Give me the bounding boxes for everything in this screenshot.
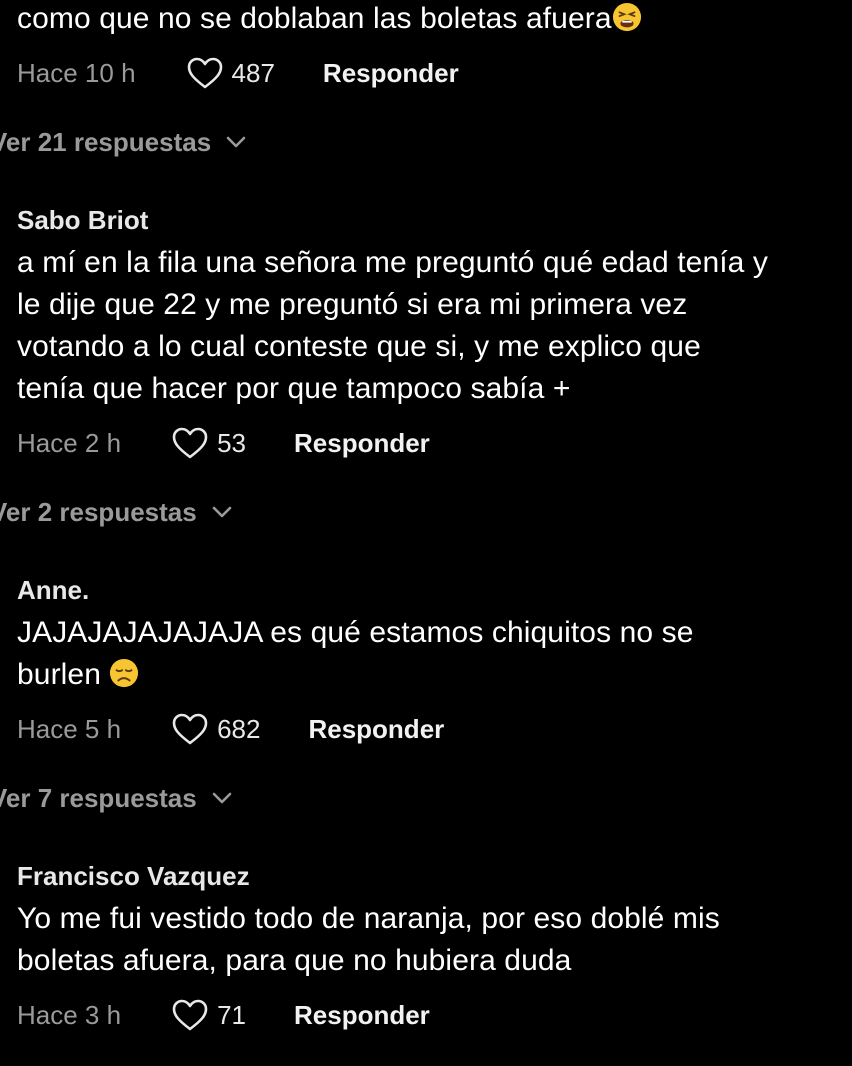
comment-1-actions: Hace 10 h 487 Responder <box>17 53 459 93</box>
view-replies-button[interactable]: Ver 7 respuestas <box>0 780 233 816</box>
comment-text-line: boletas afuera, para que no hubiera duda <box>17 944 572 977</box>
comment-author: Sabo Briot <box>17 205 149 235</box>
like-count: 53 <box>217 427 246 458</box>
like-button[interactable]: 487 <box>186 56 275 90</box>
timestamp: Hace 3 h <box>17 999 122 1030</box>
comment-text-line: votando a lo cual conteste que si, y me … <box>17 330 701 363</box>
like-count: 682 <box>217 713 261 744</box>
like-button[interactable]: 71 <box>171 998 246 1032</box>
view-replies-label: Ver 2 respuestas <box>0 496 197 527</box>
view-replies-button[interactable]: Ver 21 respuestas <box>0 124 247 160</box>
chevron-down-icon <box>226 136 246 148</box>
comment-2: Sabo Briot a mí en la fila una señora me… <box>17 204 837 410</box>
heart-outline-icon <box>172 427 208 459</box>
reply-button[interactable]: Responder <box>323 58 459 89</box>
comment-3: Anne. JAJAJAJAJAJAJA es qué estamos chiq… <box>17 574 837 696</box>
timestamp: Hace 10 h <box>17 57 136 88</box>
comment-3-actions: Hace 5 h 682 Responder <box>17 709 444 749</box>
comment-text: como que no se doblaban las boletas afue… <box>17 2 612 35</box>
like-button[interactable]: 53 <box>171 426 246 460</box>
reply-button[interactable]: Responder <box>294 428 430 459</box>
comment-2-actions: Hace 2 h 53 Responder <box>17 423 430 463</box>
heart-outline-icon <box>172 999 208 1031</box>
like-button[interactable]: 682 <box>171 712 260 746</box>
disappointed-face-emoji-icon <box>110 658 139 688</box>
heart-outline-icon <box>172 713 208 745</box>
comment-4-actions: Hace 3 h 71 Responder <box>17 995 430 1035</box>
like-count: 71 <box>217 999 246 1030</box>
chevron-down-icon <box>212 506 232 518</box>
comment-text-line: a mí en la fila una señora me preguntó q… <box>17 246 769 279</box>
reply-button[interactable]: Responder <box>294 1000 430 1031</box>
view-replies-button[interactable]: Ver 2 respuestas <box>0 494 233 530</box>
comment-text-line: burlen <box>17 658 101 691</box>
comment-4: Francisco Vazquez Yo me fui vestido todo… <box>17 860 837 982</box>
comment-1: como que no se doblaban las boletas afue… <box>17 0 837 38</box>
heart-outline-icon <box>187 57 222 89</box>
view-replies-label: Ver 7 respuestas <box>0 782 197 813</box>
comment-text-line: le dije que 22 y me preguntó si era mi p… <box>17 288 688 321</box>
timestamp: Hace 5 h <box>17 713 122 744</box>
comment-text-line: Yo me fui vestido todo de naranja, por e… <box>17 902 720 935</box>
like-count: 487 <box>231 57 275 88</box>
comment-author: Francisco Vazquez <box>17 861 250 891</box>
comment-text-line: JAJAJAJAJAJAJA es qué estamos chiquitos … <box>17 616 694 649</box>
comment-text-line: tenía que hacer por que tampoco sabía + <box>17 372 571 405</box>
view-replies-label: Ver 21 respuestas <box>0 126 212 157</box>
chevron-down-icon <box>212 792 232 804</box>
weary-face-emoji-icon <box>612 2 641 32</box>
comment-author: Anne. <box>17 575 90 605</box>
timestamp: Hace 2 h <box>17 427 122 458</box>
reply-button[interactable]: Responder <box>308 714 444 745</box>
